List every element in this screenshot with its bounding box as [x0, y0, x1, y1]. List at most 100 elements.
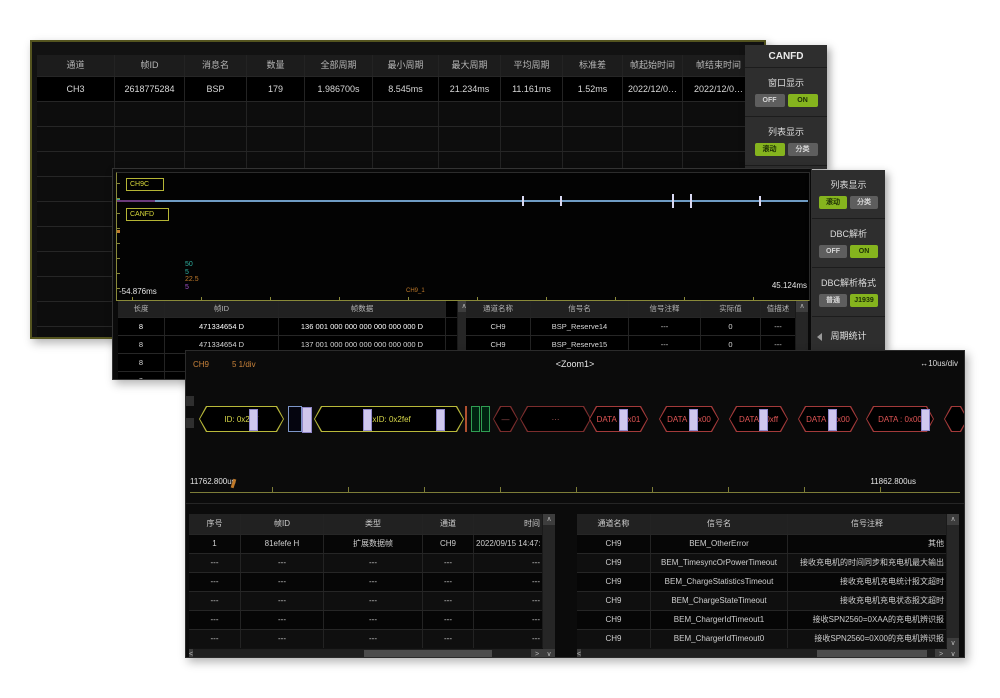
scroll-down-arrow[interactable]: ∨: [543, 649, 555, 658]
table-row[interactable]: CH9BSP_Reserve14---0---: [466, 318, 808, 336]
table-row[interactable]: CH9BEM_OtherError其他: [577, 535, 959, 554]
vertical-scrollbar[interactable]: ∧: [542, 514, 555, 649]
table-cell: ---: [241, 554, 324, 572]
list-display-classify-button[interactable]: 分类: [850, 196, 878, 209]
table-row[interactable]: ---------------: [189, 611, 555, 630]
table-cell: 136 001 000 000 000 000 000 000 D: [279, 318, 446, 335]
scroll-right-arrow[interactable]: >: [935, 649, 947, 658]
cursor-bar: [689, 409, 698, 431]
table-cell: [623, 127, 683, 151]
table-cell: [501, 102, 563, 126]
table-cell: [247, 102, 305, 126]
table-row: 长度帧ID帧数据: [118, 301, 458, 318]
scroll-left-arrow[interactable]: <: [189, 649, 193, 658]
cursor-bar: [363, 409, 372, 431]
cursor-bar: [828, 409, 837, 431]
cursor-bar: [619, 409, 628, 431]
scroll-thumb[interactable]: [364, 650, 492, 658]
table-cell: ---: [324, 573, 423, 591]
window-display-label: 窗口显示: [745, 76, 827, 89]
dbc-format-j1939-button[interactable]: J1939: [850, 294, 878, 307]
waveform-canvas[interactable]: CH9C CANFD 50522.55 -54.876ms 45.124ms C…: [116, 172, 810, 301]
table-cell: CH9: [577, 573, 651, 591]
table-cell: [563, 102, 623, 126]
zoom-time-start: 11762.800us: [190, 477, 236, 486]
scroll-right-arrow[interactable]: >: [531, 649, 543, 658]
axis-tick: [117, 183, 120, 184]
table-row[interactable]: CH9BEM_TimesyncOrPowerTimeout接收充电机的时间同步和…: [577, 554, 959, 573]
scroll-up-arrow[interactable]: ∧: [947, 514, 959, 525]
axis-tick: [615, 297, 616, 300]
table-cell: [37, 102, 115, 126]
table-row[interactable]: [37, 127, 761, 152]
vertical-scrollbar[interactable]: ∧∨: [946, 514, 959, 649]
table-cell: [501, 127, 563, 151]
table-cell: 类型: [324, 514, 423, 534]
table-cell: 序号: [189, 514, 241, 534]
scroll-thumb[interactable]: [817, 650, 927, 658]
table-row[interactable]: 8471334654 D136 001 000 000 000 000 000 …: [118, 318, 458, 336]
table-cell: 帧ID: [115, 55, 185, 76]
horizontal-scrollbar[interactable]: <>: [189, 648, 543, 658]
scroll-left-arrow[interactable]: <: [577, 649, 581, 658]
table-cell: CH9: [577, 630, 651, 648]
list-display-classify-button[interactable]: 分类: [788, 143, 818, 156]
table-cell: ---: [324, 611, 423, 629]
table-row[interactable]: CH9BEM_ChargeStateTimeout接收充电机充电状态报文超时: [577, 592, 959, 611]
table-row[interactable]: ---------------: [189, 554, 555, 573]
table-cell: [305, 102, 373, 126]
table-cell: [439, 102, 501, 126]
window-display-section: 窗口显示 OFFON: [745, 68, 827, 117]
table-cell: CH9: [423, 535, 474, 553]
period-statistics-item[interactable]: 周期统计: [812, 317, 885, 354]
zoom-signals-table[interactable]: 通道名称信号名信号注释CH9BEM_OtherError其他CH9BEM_Tim…: [577, 514, 959, 649]
scroll-down-arrow[interactable]: ∨: [947, 638, 959, 649]
table-cell: 平均周期: [501, 55, 563, 76]
zoom-axis-tick: [348, 487, 349, 492]
zoom-frames-table[interactable]: 序号帧ID类型通道时间181efefe H扩展数据帧CH92022/09/15 …: [189, 514, 555, 649]
cursor-bar: [921, 409, 930, 431]
table-row[interactable]: CH9BEM_ChargerIdTimeout0接收SPN2560=0X00的充…: [577, 630, 959, 649]
table-cell: 179: [247, 77, 305, 101]
table-row[interactable]: CH9BEM_ChargerIdTimeout1接收SPN2560=0XAA的充…: [577, 611, 959, 630]
table-cell: 1: [189, 535, 241, 553]
table-cell: 8.545ms: [373, 77, 439, 101]
scroll-up-arrow[interactable]: ∧: [796, 301, 808, 312]
table-cell: ---: [241, 611, 324, 629]
table-row[interactable]: ---------------: [189, 630, 555, 649]
table-cell: ---: [423, 592, 474, 610]
canfd-marker-dot: [117, 230, 120, 233]
dbc-parse-off-button[interactable]: OFF: [819, 245, 847, 258]
dbc-parse-on-button[interactable]: ON: [850, 245, 878, 258]
table-cell: CH9: [577, 554, 651, 572]
zoom-window-title: <Zoom1>: [186, 359, 964, 369]
scroll-down-arrow[interactable]: ∨: [947, 649, 959, 658]
table-row[interactable]: [37, 102, 761, 127]
table-row[interactable]: CH32618775284BSP1791.986700s8.545ms21.23…: [37, 77, 761, 102]
table-cell: ---: [423, 573, 474, 591]
table-row[interactable]: 181efefe H扩展数据帧CH92022/09/15 14:47:: [189, 535, 555, 554]
zoom-axis-line: [190, 492, 960, 493]
list-display-section: 列表显示滚动分类: [745, 117, 827, 166]
table-cell: [37, 252, 115, 276]
table-row[interactable]: ---------------: [189, 573, 555, 592]
table-cell: [37, 302, 115, 326]
axis-tick: [117, 213, 120, 214]
table-cell: [37, 127, 115, 151]
scroll-up-arrow[interactable]: ∧: [543, 514, 555, 525]
horizontal-scrollbar[interactable]: <>: [577, 648, 947, 658]
divider: [186, 503, 964, 504]
list-display-scroll-button[interactable]: 滚动: [755, 143, 785, 156]
decoded-frame-segments[interactable]: ID: 0x207ExID: 0x2fef—⋯DATA : 0x01DATA :…: [186, 406, 964, 432]
zoom-time-end: 11862.800us: [870, 477, 916, 486]
list-display-scroll-button[interactable]: 滚动: [819, 196, 847, 209]
scale-value: 22.5: [185, 276, 199, 284]
table-cell: ---: [189, 630, 241, 648]
dbc-format-normal-button[interactable]: 普通: [819, 294, 847, 307]
window-display-off-button[interactable]: OFF: [755, 94, 785, 107]
table-row[interactable]: CH9BEM_ChargeStatisticsTimeout接收充电机充电统计报…: [577, 573, 959, 592]
table-row[interactable]: ---------------: [189, 592, 555, 611]
table-cell: 1.52ms: [563, 77, 623, 101]
window-display-on-button[interactable]: ON: [788, 94, 818, 107]
cursor-bar: [249, 409, 258, 431]
